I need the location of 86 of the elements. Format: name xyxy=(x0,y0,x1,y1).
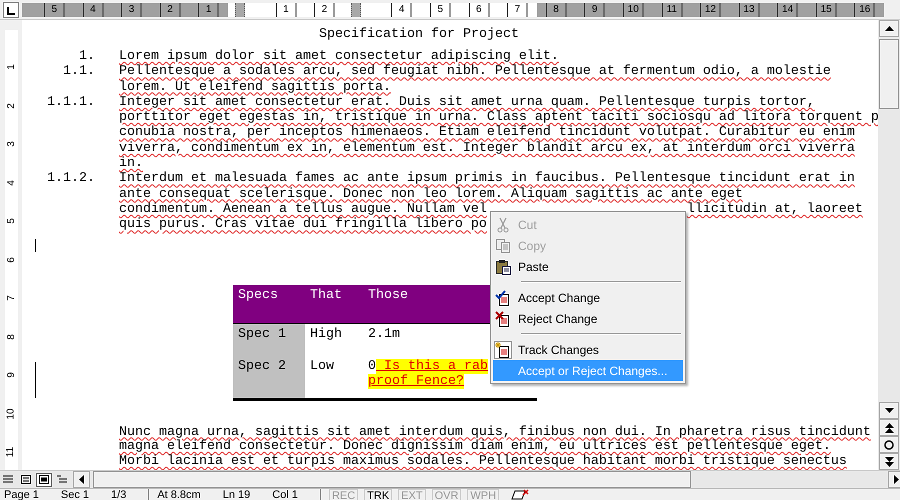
text-line: Integer sit amet consectetur erat. Duis sit amet urna quam. Pellentesque turpis tortor, xyxy=(119,94,815,110)
status-text: Sec 1 xyxy=(60,489,90,500)
text-line: Morbi lacinia est et turpis maximus sodales. Pellentesque habitant morbi tristique senectus xyxy=(119,454,847,470)
scroll-right-button[interactable] xyxy=(888,471,900,488)
down-arrow-icon xyxy=(884,408,894,413)
web-layout-icon[interactable] xyxy=(18,472,34,486)
clipboard-icon xyxy=(495,258,511,274)
ruler-number: 4 xyxy=(6,180,16,186)
ruler-number: 8 xyxy=(6,334,16,340)
menu-item[interactable]: Accept or Reject Changes... xyxy=(493,360,683,381)
ruler-number: 3 xyxy=(6,141,16,148)
menu-item[interactable]: Paste xyxy=(493,256,683,277)
scissors-icon xyxy=(495,216,511,232)
text-line: Interdum et malesuada fames ac ante ipsum primis in faucibus. Pellentesque tincidunt erat in xyxy=(119,171,855,187)
text-line: condimentum. Aenean a tellus augue. Nullam vel xyxy=(119,202,487,217)
status-text: At 8.8cm xyxy=(157,489,201,500)
text-line: magna eleifend consectetur. Donec dignissim diam enim, eu ultrices est pellentesque eget. xyxy=(119,440,831,454)
print-layout-icon[interactable] xyxy=(36,472,52,486)
header-cell: That xyxy=(310,288,342,303)
list-number: 1.1.1. xyxy=(47,94,95,110)
right-arrow-icon xyxy=(894,475,900,484)
scroll-up-button[interactable] xyxy=(879,20,899,37)
x-document-icon xyxy=(495,310,511,326)
table-cell: Spec 1 xyxy=(238,326,286,342)
mode-indicator[interactable]: TRK xyxy=(364,489,392,500)
book-icon[interactable] xyxy=(511,489,530,500)
scroll-thumb[interactable] xyxy=(879,39,899,109)
text-line: quis purus. Cras vitae dui fringilla libero po xyxy=(119,217,487,233)
list-number: 1.1. xyxy=(63,64,95,80)
previous-page-button[interactable] xyxy=(879,419,899,436)
up-arrow-icon xyxy=(884,26,894,31)
scroll-down-button[interactable] xyxy=(879,402,899,419)
column-marker xyxy=(350,3,361,17)
ruler-number: 5 xyxy=(6,218,16,224)
status-text: 1/3 xyxy=(111,489,126,500)
header-cell: Those xyxy=(368,288,408,303)
ruler-number: 7 xyxy=(6,295,16,302)
header-cell: Specs xyxy=(238,288,278,303)
table-cell: Low xyxy=(310,358,334,374)
text-line: Nunc magna urna, sagittis sit amet interdum quis, finibus non dui. In pharetra risus tincidunt xyxy=(119,426,871,440)
tab-selector[interactable] xyxy=(3,2,19,18)
menu-item[interactable]: Track Changes xyxy=(493,339,683,360)
menu-item[interactable]: Reject Change xyxy=(493,308,683,329)
status-text: Col 1 xyxy=(272,489,298,500)
menu-item[interactable]: Accept Change xyxy=(493,287,683,308)
text-line: lorem. Ut eleifend sagittis porta. xyxy=(119,80,391,95)
text-line: porttitor eget egestas in, tristique in urna. Class aptent taciti sociosqu ad litora torquent p xyxy=(119,110,878,126)
left-arrow-icon xyxy=(79,475,84,484)
next-page-button[interactable] xyxy=(879,453,899,470)
table-cell: 0 Is this a rab proof Fence? xyxy=(368,358,488,390)
scroll-thumb[interactable] xyxy=(93,471,691,488)
ruler-number: 11 xyxy=(6,447,16,458)
text-line: in. xyxy=(119,156,143,172)
ruler-number: 2 xyxy=(6,102,16,109)
list-number: 1. xyxy=(79,49,95,64)
text-line: viverra, condimentum ex in, elementum est. Integer blandit arcu ex, at interdum orci viverra xyxy=(119,140,855,156)
scroll-left-button[interactable] xyxy=(73,471,90,488)
list-number: 1.1.2. xyxy=(47,171,95,186)
mode-indicator[interactable]: OVR xyxy=(432,489,462,500)
table-cell: High xyxy=(310,326,342,342)
ruler-number: 9 xyxy=(6,372,16,378)
double-up-arrow-icon xyxy=(884,422,894,432)
copy-icon xyxy=(495,238,511,254)
status-text: Page 1 xyxy=(4,489,39,500)
text-line: ante consequat scelerisque. Donec non leo lorem. Aliquam sagittis ac ante eget xyxy=(119,186,743,202)
mode-indicator[interactable]: EXT xyxy=(398,489,426,500)
text-line: llicitudin at, laoreet xyxy=(686,202,863,218)
ruler-number: 6 xyxy=(6,256,16,263)
mode-indicator[interactable]: WPH xyxy=(467,489,500,500)
ruler-number: 10 xyxy=(6,408,16,420)
vertical-scrollbar[interactable] xyxy=(878,20,900,470)
text-line: Lorem ipsum dolor sit amet consectetur adipiscing elit. xyxy=(119,49,559,64)
table-cell: 2.1m xyxy=(368,326,400,342)
document-sparkle-icon xyxy=(495,342,511,358)
column-marker xyxy=(234,3,245,17)
document-title: Specification for Project xyxy=(318,27,520,44)
text-line: conubia nostra, per inceptos himenaeos. Etiam eleifend tincidunt volutpat. Curabitur eu enim xyxy=(119,125,855,141)
check-document-icon xyxy=(495,290,511,306)
circle-icon xyxy=(884,440,894,450)
ruler-number: 1 xyxy=(6,64,16,70)
table-cell: Spec 2 xyxy=(238,358,286,374)
status-text: Ln 19 xyxy=(222,489,250,500)
mode-indicator[interactable]: REC xyxy=(328,489,358,500)
browse-object-button[interactable] xyxy=(879,436,899,453)
text-line: Pellentesque a sodales arcu, sed feugiat nibh. Pellentesque at fermentum odio, a molestie xyxy=(119,64,831,80)
double-down-arrow-icon xyxy=(884,456,894,466)
